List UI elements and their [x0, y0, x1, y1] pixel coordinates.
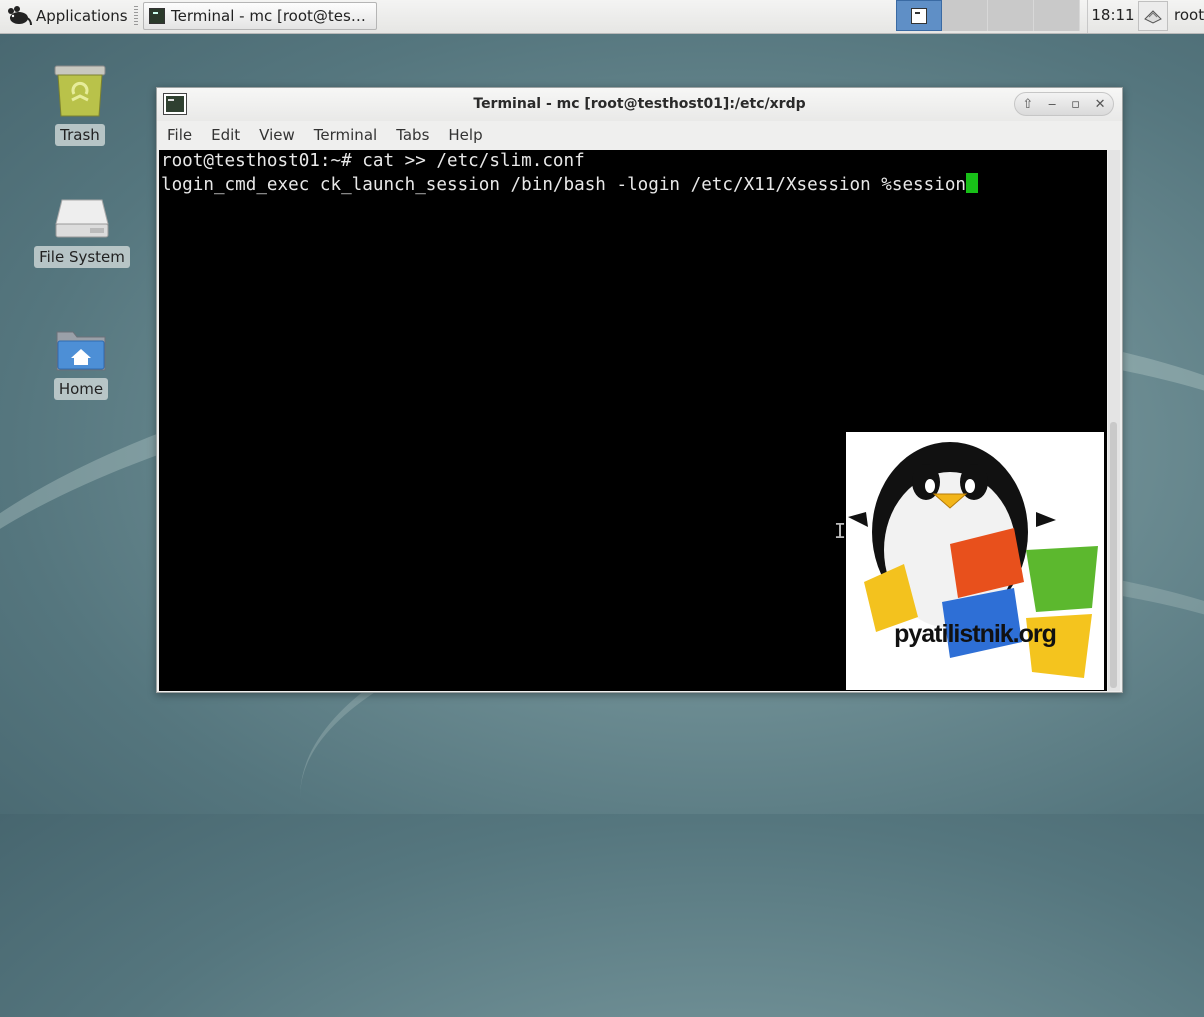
terminal-cursor [966, 173, 979, 193]
desktop-icon-label: Home [53, 378, 109, 400]
terminal-line: root@testhost01:~# cat >> /etc/slim.conf [161, 151, 585, 171]
desktop-icon-filesystem[interactable]: File System [32, 196, 132, 268]
panel-handle[interactable] [134, 6, 138, 26]
minimize-icon[interactable]: ‒ [1048, 97, 1056, 112]
scrollbar-thumb[interactable] [1110, 422, 1117, 688]
terminal-line-text: login_cmd_exec ck_launch_session /bin/ba… [161, 175, 967, 195]
taskbar-terminal-button[interactable]: Terminal - mc [root@tes… [143, 2, 377, 30]
top-panel: Applications Terminal - mc [root@tes… 18… [0, 0, 1204, 34]
clock[interactable]: 18:11 [1087, 0, 1138, 33]
network-icon [1144, 10, 1162, 24]
menu-help[interactable]: Help [438, 124, 491, 148]
menu-tabs[interactable]: Tabs [386, 124, 438, 148]
workspace-3[interactable] [988, 0, 1034, 31]
terminal-line: login_cmd_exec ck_launch_session /bin/ba… [159, 173, 1107, 197]
workspace-switcher [896, 0, 1080, 33]
user-menu[interactable]: root [1174, 0, 1204, 33]
desktop-icon-label: Trash [55, 124, 105, 146]
window-title: Terminal - mc [root@testhost01]:/etc/xrd… [473, 96, 806, 112]
taskbar-terminal-label: Terminal - mc [root@tes… [171, 7, 366, 25]
text-cursor-icon: I [834, 519, 847, 543]
terminal-icon [149, 8, 165, 24]
applications-menu-button[interactable]: Applications [2, 2, 132, 30]
menu-view[interactable]: View [249, 124, 304, 148]
terminal-scrollbar[interactable] [1108, 150, 1120, 691]
menu-edit[interactable]: Edit [201, 124, 249, 148]
window-controls: ⇧ ‒ ▫ ✕ [1014, 92, 1114, 116]
trash-icon [54, 65, 106, 117]
menu-bar: File Edit View Terminal Tabs Help [157, 124, 1122, 148]
menu-terminal[interactable]: Terminal [304, 124, 386, 148]
desktop-icon-home[interactable]: Home [53, 326, 109, 400]
watermark-logo: pyatilistnik.org [846, 432, 1104, 690]
shade-up-icon[interactable]: ⇧ [1022, 97, 1033, 112]
menu-file[interactable]: File [157, 124, 201, 148]
window-titlebar[interactable]: Terminal - mc [root@testhost01]:/etc/xrd… [157, 88, 1122, 121]
watermark-text: pyatilistnik.org [894, 620, 1057, 648]
workspace-2[interactable] [942, 0, 988, 31]
workspace-1[interactable] [896, 0, 942, 31]
drive-icon [55, 199, 109, 238]
terminal-icon [911, 7, 927, 24]
penguin-windows-logo [848, 442, 1098, 678]
desktop-icon-label: File System [34, 246, 130, 268]
desktop-icon-trash[interactable]: Trash [52, 64, 108, 146]
maximize-icon[interactable]: ▫ [1071, 97, 1080, 112]
close-icon[interactable]: ✕ [1095, 97, 1106, 112]
applications-label: Applications [36, 7, 128, 25]
xfce-mouse-icon [8, 6, 32, 26]
network-tray-icon[interactable] [1138, 1, 1168, 31]
workspace-4[interactable] [1034, 0, 1080, 31]
home-folder-icon [56, 331, 106, 371]
